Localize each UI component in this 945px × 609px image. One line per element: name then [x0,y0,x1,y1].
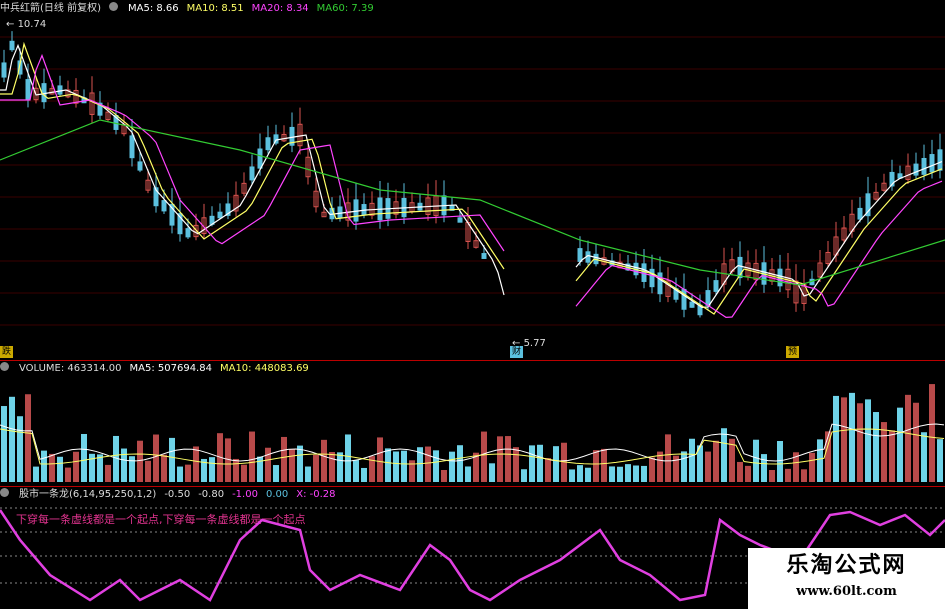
watermark-cn: 乐淘公式网 [786,552,907,578]
watermark-logo: 乐淘公式网 www.60lt.com [748,548,945,609]
watermark-en: www.60lt.com [796,584,897,599]
indicator-line[interactable] [0,0,945,609]
